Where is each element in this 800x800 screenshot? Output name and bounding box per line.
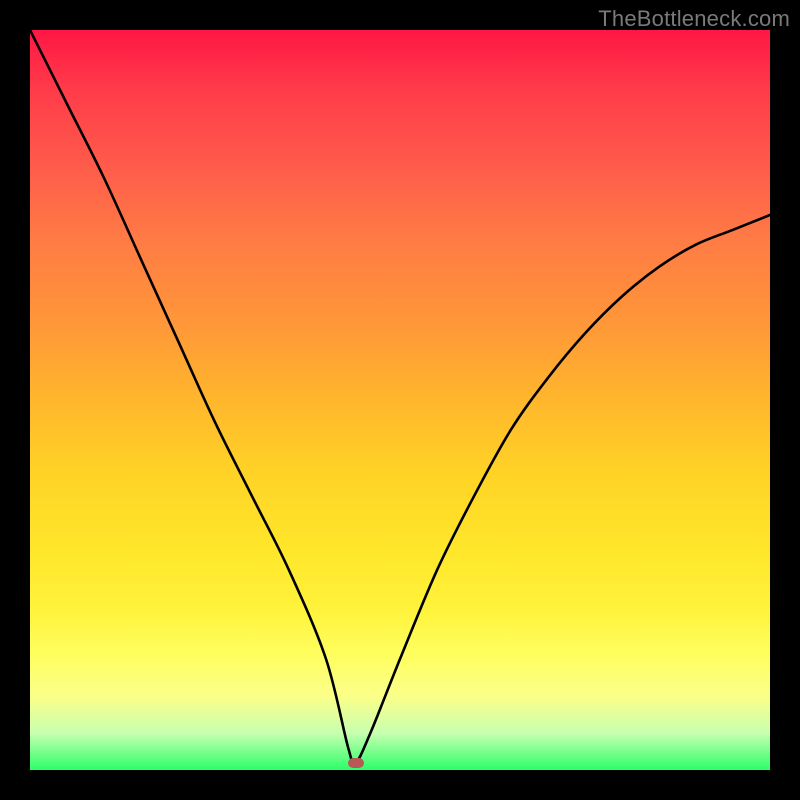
curve-svg [30,30,770,770]
plot-area [30,30,770,770]
watermark-text: TheBottleneck.com [598,6,790,32]
chart-frame: TheBottleneck.com [0,0,800,800]
curve-path [30,30,770,764]
min-marker [348,758,364,768]
